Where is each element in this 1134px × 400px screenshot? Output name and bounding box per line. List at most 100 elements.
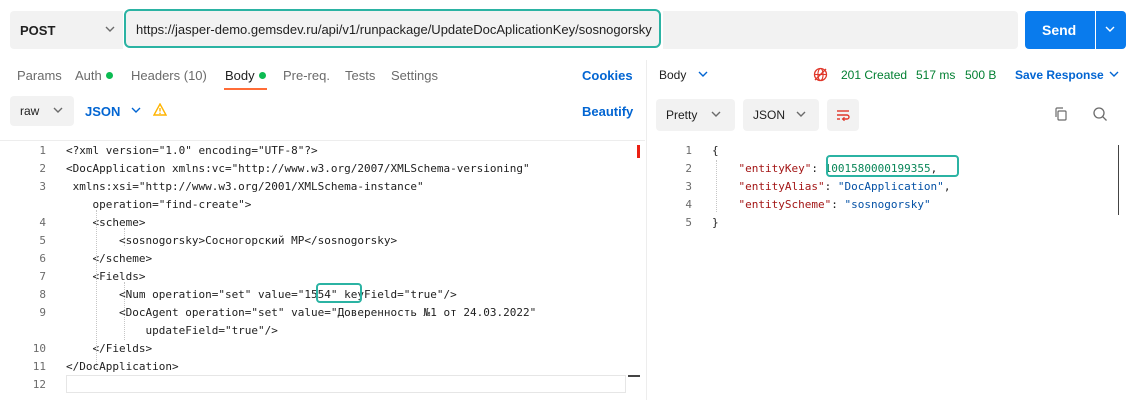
response-view-select[interactable]: Body xyxy=(659,68,686,82)
chevron-down-icon xyxy=(105,26,115,32)
json-separator: : xyxy=(811,162,825,175)
code-line: </Fields> xyxy=(66,342,153,355)
code-line: operation="find-create"> xyxy=(66,198,252,211)
line-number: 7 xyxy=(39,270,46,283)
line-number: 8 xyxy=(39,288,46,301)
line-number: 4 xyxy=(39,216,46,229)
response-time: 517 ms xyxy=(916,68,956,82)
copy-icon[interactable] xyxy=(1053,106,1069,122)
editor-active-line xyxy=(66,375,626,393)
tab-auth[interactable]: Auth xyxy=(75,68,113,83)
json-key: "entityScheme" xyxy=(738,198,832,211)
chevron-down-icon[interactable] xyxy=(697,68,709,80)
tab-body-label: Body xyxy=(225,68,255,83)
line-number: 1 xyxy=(685,144,692,157)
chevron-down-icon xyxy=(711,111,721,117)
chevron-down-icon xyxy=(796,111,806,117)
entity-key-highlight-box xyxy=(826,155,959,177)
status-dot-icon xyxy=(258,72,266,79)
value-highlight-box xyxy=(316,283,362,303)
wrap-lines-button[interactable] xyxy=(827,99,859,131)
tab-body[interactable]: Body xyxy=(225,68,266,83)
scrollbar-thumb[interactable] xyxy=(1118,145,1119,215)
json-value: "sosnogorsky" xyxy=(844,198,931,211)
tab-settings[interactable]: Settings xyxy=(391,68,438,83)
line-number: 6 xyxy=(39,252,46,265)
warning-icon[interactable] xyxy=(153,103,167,117)
pretty-label: Pretty xyxy=(666,108,698,122)
pretty-select[interactable]: Pretty xyxy=(656,99,735,131)
response-format-label: JSON xyxy=(753,108,786,122)
chevron-down-icon[interactable] xyxy=(130,104,142,116)
indent-guide xyxy=(124,228,125,246)
cookies-link[interactable]: Cookies xyxy=(582,68,633,83)
chevron-down-icon xyxy=(53,107,63,113)
line-number: 9 xyxy=(39,306,46,319)
line-number: 10 xyxy=(32,342,46,355)
json-key: "entityAlias" xyxy=(738,180,825,193)
json-separator: : xyxy=(831,198,845,211)
globe-icon[interactable] xyxy=(813,67,828,82)
save-response-button[interactable]: Save Response xyxy=(1015,68,1104,82)
pane-divider[interactable] xyxy=(646,60,647,400)
send-label: Send xyxy=(1042,22,1077,38)
json-line: { xyxy=(712,144,719,157)
json-key: "entityKey" xyxy=(738,162,812,175)
line-number: 3 xyxy=(685,180,692,193)
indent-guide xyxy=(124,282,125,340)
url-text: https://jasper-demo.gemsdev.ru/api/v1/ru… xyxy=(136,22,652,37)
line-number: 5 xyxy=(685,216,692,229)
method-label: POST xyxy=(20,23,56,38)
code-line: <Fields> xyxy=(66,270,146,283)
line-number: 2 xyxy=(685,162,692,175)
url-input-area[interactable] xyxy=(663,11,1018,49)
search-icon[interactable] xyxy=(1092,106,1108,122)
code-line: xmlns:xsi="http://www.w3.org/2001/XMLSch… xyxy=(66,180,424,193)
send-button[interactable]: Send xyxy=(1025,11,1095,49)
json-separator: : xyxy=(824,180,838,193)
tab-params[interactable]: Params xyxy=(17,68,62,83)
line-number: 2 xyxy=(39,162,46,175)
body-format-select[interactable]: JSON xyxy=(85,104,120,119)
url-input[interactable]: https://jasper-demo.gemsdev.ru/api/v1/ru… xyxy=(124,9,661,48)
indent-guide xyxy=(96,210,97,368)
line-number: 11 xyxy=(32,360,46,373)
indent-guide xyxy=(716,160,717,212)
code-line: <scheme> xyxy=(66,216,146,229)
status-dot-icon xyxy=(105,72,113,79)
chevron-down-icon[interactable] xyxy=(1108,68,1120,80)
json-punctuation: , xyxy=(943,180,951,193)
wrap-lines-icon xyxy=(837,110,850,122)
line-number: 3 xyxy=(39,180,46,193)
code-line: <DocAgent operation="set" value="Доверен… xyxy=(66,306,537,319)
beautify-button[interactable]: Beautify xyxy=(582,104,633,119)
chevron-down-icon xyxy=(1105,26,1115,32)
active-tab-indicator xyxy=(224,88,267,90)
code-line: </scheme> xyxy=(66,252,153,265)
response-size: 500 B xyxy=(965,68,997,82)
code-line: </DocApplication> xyxy=(66,360,179,373)
line-number: 12 xyxy=(32,378,46,391)
scrollbar-thumb[interactable] xyxy=(628,375,640,377)
code-line: updateField="true"/> xyxy=(66,324,278,337)
json-line: "entityAlias": "DocApplication", xyxy=(712,180,951,193)
request-bar: POST https://jasper-demo.gemsdev.ru/api/… xyxy=(0,0,1134,60)
line-number: 5 xyxy=(39,234,46,247)
code-line: <?xml version="1.0" encoding="UTF-8"?> xyxy=(66,144,318,157)
send-options-button[interactable] xyxy=(1096,11,1126,49)
response-format-select[interactable]: JSON xyxy=(743,99,819,131)
json-value: "DocApplication" xyxy=(837,180,944,193)
tab-tests[interactable]: Tests xyxy=(345,68,375,83)
tab-auth-label: Auth xyxy=(75,68,102,83)
body-mode-label: raw xyxy=(20,104,40,118)
tab-pre-request[interactable]: Pre-req. xyxy=(283,68,330,83)
error-marker xyxy=(637,145,640,158)
method-select[interactable]: POST xyxy=(10,11,123,49)
request-tabs: Params Auth Headers (10) Body Pre-req. T… xyxy=(0,60,645,92)
line-number: 4 xyxy=(685,198,692,211)
body-mode-select[interactable]: raw xyxy=(10,96,74,126)
code-line: <sosnogorsky>Сосногорский МР</sosnogorsk… xyxy=(66,234,398,247)
code-line: <DocApplication xmlns:vc="http://www.w3.… xyxy=(66,162,530,175)
tab-headers[interactable]: Headers (10) xyxy=(131,68,207,83)
line-number: 1 xyxy=(39,144,46,157)
